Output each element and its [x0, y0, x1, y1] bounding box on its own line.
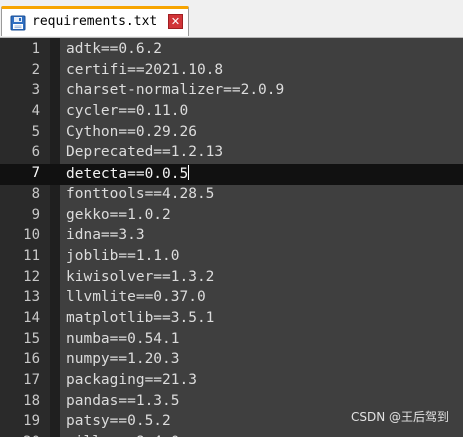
code-text[interactable]: gekko==1.0.2	[66, 207, 171, 223]
line-number: 9	[31, 206, 40, 223]
code-text[interactable]: adtk==0.6.2	[66, 41, 162, 57]
line-number: 13	[23, 289, 40, 306]
line-number: 14	[23, 309, 40, 326]
line-number: 3	[31, 82, 40, 99]
code-line[interactable]: 1 adtk==0.6.2	[0, 40, 463, 61]
code-line[interactable]: 20pillow==8.4.0	[0, 433, 463, 437]
code-text[interactable]: joblib==1.1.0	[66, 248, 180, 264]
code-line[interactable]: 14 matplotlib==3.5.1	[0, 309, 463, 330]
line-number: 2	[31, 61, 40, 78]
line-number: 10	[23, 227, 40, 244]
code-line[interactable]: 6 Deprecated==1.2.13	[0, 143, 463, 164]
code-text[interactable]: matplotlib==3.5.1	[66, 310, 214, 326]
line-number: 17	[23, 372, 40, 388]
code-text[interactable]: pandas==1.3.5	[66, 393, 180, 409]
text-caret	[188, 165, 190, 181]
code-line[interactable]: 17 packaging==21.3	[0, 371, 463, 392]
tab-filename: requirements.txt	[32, 14, 158, 29]
code-text[interactable]: cycler==0.11.0	[66, 103, 188, 119]
tab-bar: requirements.txt ✕	[0, 0, 463, 38]
line-number: 18	[23, 392, 40, 409]
code-text[interactable]: numba==0.54.1	[66, 331, 180, 347]
code-line[interactable]: 4 cycler==0.11.0	[0, 102, 463, 123]
code-line[interactable]: 2 certifi==2021.10.8	[0, 61, 463, 82]
line-number: 11	[23, 247, 40, 264]
line-number: 19	[23, 413, 40, 430]
line-number: 4	[31, 103, 40, 120]
code-text[interactable]: Cython==0.29.26	[66, 124, 197, 140]
code-line[interactable]: 15 numba==0.54.1	[0, 330, 463, 351]
code-line[interactable]: 9 gekko==1.0.2	[0, 206, 463, 227]
line-number: 1	[31, 41, 40, 57]
close-icon[interactable]: ✕	[168, 14, 183, 29]
code-text[interactable]: idna==3.3	[66, 227, 145, 243]
code-line[interactable]: 11 joblib==1.1.0	[0, 247, 463, 268]
code-text[interactable]: llvmlite==0.37.0	[66, 289, 206, 305]
line-number: 5	[31, 123, 40, 140]
code-line[interactable]: 10 idna==3.3	[0, 226, 463, 247]
line-number: 8	[31, 185, 40, 202]
line-number: 12	[23, 268, 40, 285]
code-text[interactable]: numpy==1.20.3	[66, 351, 180, 367]
code-text[interactable]: Deprecated==1.2.13	[66, 144, 223, 160]
line-number: 15	[23, 330, 40, 347]
code-text[interactable]: detecta==0.0.5	[66, 165, 190, 182]
code-text[interactable]: certifi==2021.10.8	[66, 62, 223, 78]
line-number: 6	[31, 144, 40, 161]
code-line[interactable]: 8 fonttools==4.28.5	[0, 185, 463, 206]
code-lines: 1 adtk==0.6.2 2 certifi==2021.10.8 3 charset-…	[0, 40, 463, 437]
code-text[interactable]: packaging==21.3	[66, 372, 197, 388]
file-save-icon	[10, 15, 26, 31]
code-text[interactable]: kiwisolver==1.3.2	[66, 269, 214, 285]
tab-requirements[interactable]: requirements.txt ✕	[1, 6, 189, 36]
watermark: CSDN @王后驾到	[350, 410, 449, 424]
line-number: 16	[23, 351, 40, 368]
line-number: 7	[31, 165, 40, 182]
code-line[interactable]: 3 charset-normalizer==2.0.9	[0, 81, 463, 102]
code-text[interactable]: fonttools==4.28.5	[66, 186, 214, 202]
code-text[interactable]: charset-normalizer==2.0.9	[66, 82, 284, 98]
code-line[interactable]: 13 llvmlite==0.37.0	[0, 288, 463, 309]
code-text[interactable]: patsy==0.5.2	[66, 413, 171, 429]
code-line[interactable]: 5 Cython==0.29.26	[0, 123, 463, 144]
code-line[interactable]: 12 kiwisolver==1.3.2	[0, 268, 463, 289]
code-line[interactable]: 7 detecta==0.0.5	[0, 164, 463, 185]
code-line[interactable]: 16 numpy==1.20.3	[0, 350, 463, 371]
editor-area[interactable]: 1 adtk==0.6.2 2 certifi==2021.10.8 3 charset-…	[0, 38, 463, 437]
